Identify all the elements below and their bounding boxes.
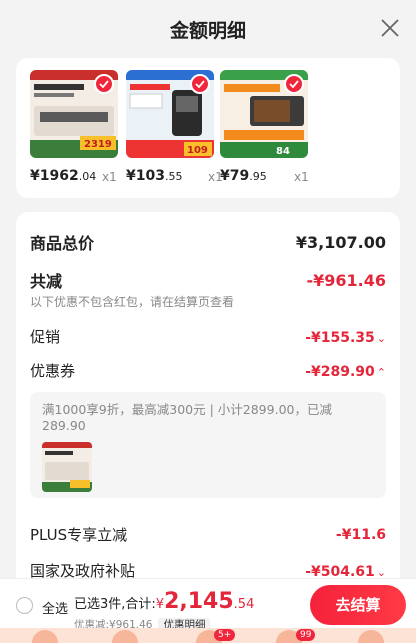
sheet-header: 金额明细: [0, 0, 416, 56]
summary-prefix: 已选3件,合计:: [74, 597, 156, 612]
total-reduce-value: -¥961.46: [306, 270, 386, 290]
checkout-button[interactable]: 去结算: [310, 585, 406, 625]
coupon-row[interactable]: 优惠券 -¥289.90 ⌃: [30, 360, 386, 381]
product-item[interactable]: 109 ¥103.55 x1: [126, 70, 223, 184]
product-qty: x1: [294, 170, 309, 184]
coupon-desc: 满1000享9折，最高减300元 | 小计2899.00，已减289.90: [42, 402, 332, 433]
selected-check-icon: [94, 74, 114, 94]
amount-detail-sheet: 金额明细 2319 ¥1962.04 x1 109 ¥103.55 x1 84 …: [0, 0, 416, 643]
coupon-value-wrap: -¥289.90 ⌃: [305, 361, 386, 380]
summary-yen: ¥: [155, 597, 165, 612]
product-thumbnail[interactable]: 109: [126, 70, 214, 158]
plus-row: PLUS专享立减 -¥11.6: [30, 524, 386, 545]
summary-amount-decimal: .54: [233, 597, 255, 612]
bottom-tabbar-strip: 5+ 99: [0, 628, 416, 643]
coupon-detail-box: 满1000享9折，最高减300元 | 小计2899.00，已减289.90: [30, 392, 386, 498]
chevron-down-icon[interactable]: ⌄: [377, 332, 386, 345]
promo-label: 促销: [30, 328, 61, 346]
promo-value-wrap: -¥155.35 ⌄: [305, 327, 386, 346]
product-item[interactable]: 2319 ¥1962.04 x1: [30, 70, 118, 184]
select-all-radio[interactable]: [16, 597, 33, 614]
selected-check-icon: [284, 74, 304, 94]
tab-badge: 5+: [214, 629, 236, 641]
coupon-product-thumbnail[interactable]: [42, 442, 92, 492]
product-thumbnail[interactable]: 84: [220, 70, 308, 158]
product-item[interactable]: 84 ¥79.95 x1: [220, 70, 309, 184]
svg-text:109: 109: [187, 145, 208, 156]
total-price-row: 商品总价 ¥3,107.00: [30, 230, 386, 254]
product-thumbnail[interactable]: 2319: [30, 70, 118, 158]
product-price: ¥1962.04: [30, 168, 97, 184]
tab-icon[interactable]: [358, 630, 384, 643]
total-reduce-label: 共减: [30, 272, 63, 291]
tab-badge: 99: [296, 629, 316, 641]
sheet-title: 金额明细: [169, 20, 246, 42]
coupon-label: 优惠券: [30, 362, 76, 380]
product-price: ¥103.55: [126, 168, 183, 184]
summary-amount: 2,145: [164, 589, 234, 614]
coupon-value: -¥289.90: [305, 364, 375, 380]
total-price-value: ¥3,107.00: [295, 232, 386, 252]
chevron-up-icon[interactable]: ⌃: [377, 366, 386, 379]
reduce-note: 以下优惠不包含红包，请在结算页查看: [30, 295, 235, 309]
tab-icon[interactable]: [112, 630, 138, 643]
promo-row[interactable]: 促销 -¥155.35 ⌄: [30, 326, 386, 347]
close-icon[interactable]: [380, 18, 400, 38]
select-all-label[interactable]: 全选: [42, 598, 68, 617]
total-reduce-row: 共减 -¥961.46: [30, 268, 386, 292]
selected-check-icon: [190, 74, 210, 94]
product-list: 2319 ¥1962.04 x1 109 ¥103.55 x1 84 ¥79.9…: [16, 58, 400, 198]
plus-label: PLUS专享立减: [30, 526, 128, 544]
svg-text:2319: 2319: [84, 139, 112, 150]
svg-text:84: 84: [276, 146, 290, 157]
promo-value: -¥155.35: [305, 330, 375, 346]
product-qty: x1: [102, 170, 117, 184]
product-price: ¥79.95: [220, 168, 267, 184]
total-price-label: 商品总价: [30, 234, 95, 253]
plus-value: -¥11.6: [335, 526, 386, 543]
tab-icon[interactable]: [32, 630, 58, 643]
total-summary: 已选3件,合计:¥2,145.54: [74, 589, 254, 614]
